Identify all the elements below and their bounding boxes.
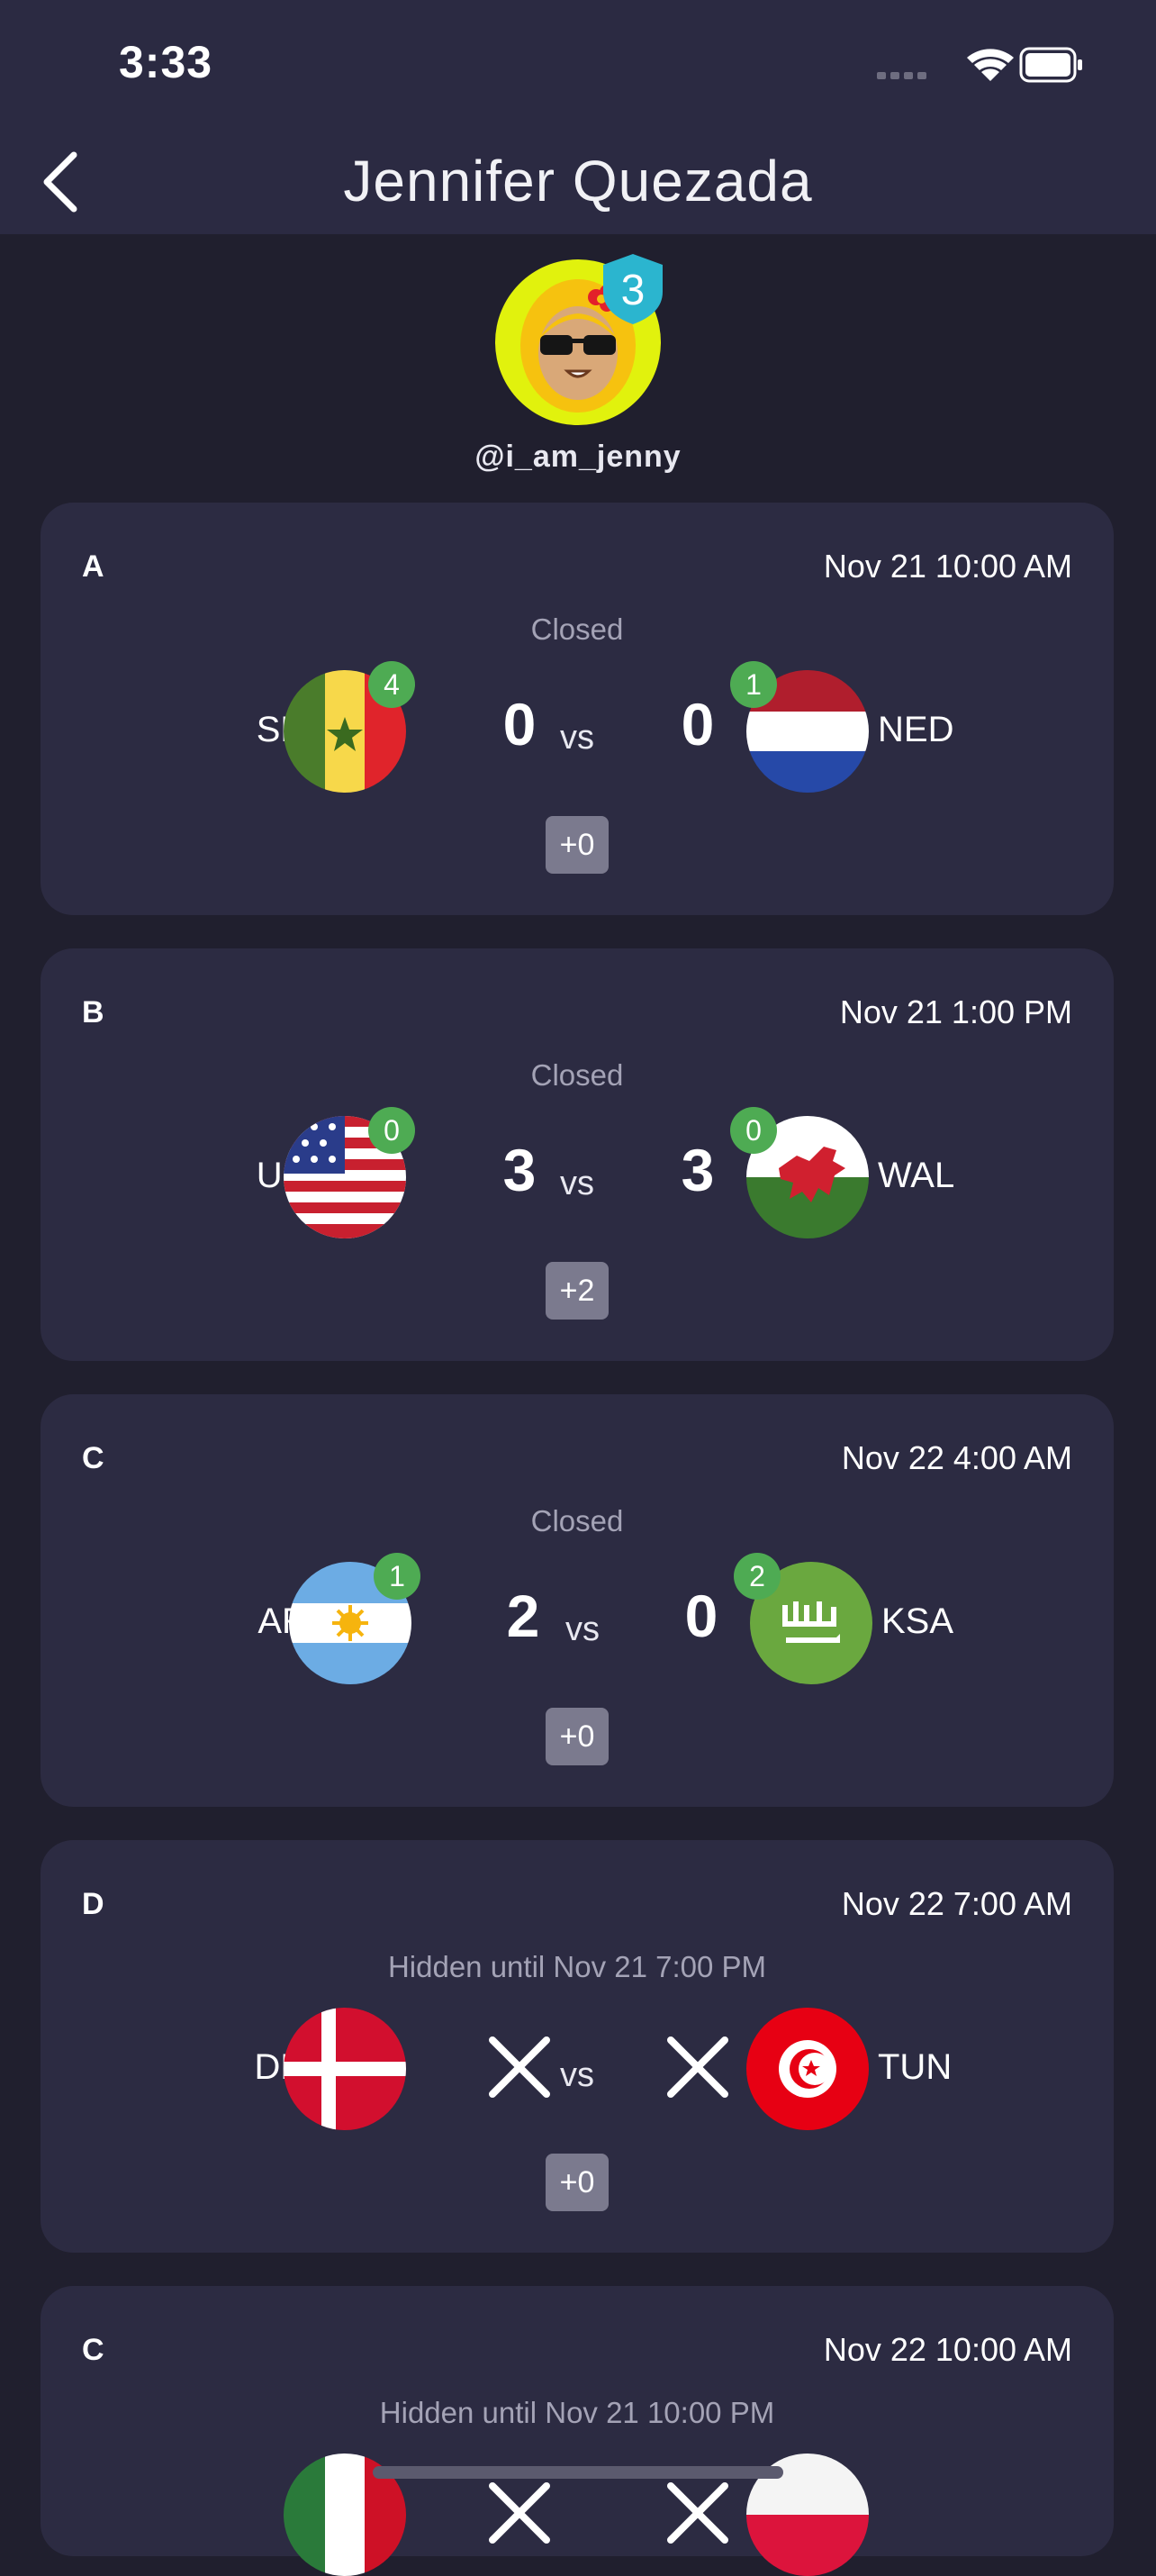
group-label: B [82,995,104,1029]
match-state: Closed [530,1504,624,1537]
match-state: Closed [530,1058,624,1092]
match-state: Hidden until Nov 21 10:00 PM [379,2396,775,2429]
status-time: 3:33 [119,37,213,87]
match-card[interactable]: C Nov 22 4:00 AM Closed ARG 1 2 vs 0 2 K… [41,1394,1114,1807]
signal-icon [877,72,926,79]
home-indicator[interactable] [373,2466,783,2479]
bonus-badge: +0 [546,1708,609,1765]
home-points-badge: 1 [374,1553,420,1600]
level-badge: 3 [603,254,663,324]
level-number: 3 [621,267,646,314]
match-state: Closed [530,612,624,646]
kickoff-time: Nov 22 10:00 AM [823,2331,1072,2368]
away-score: 0 [684,1583,718,1649]
home-points-badge: 0 [368,1107,415,1154]
away-points-badge: 2 [734,1553,781,1600]
away-team-code: NED [878,710,954,749]
vs-label: vs [565,1610,600,1648]
top-bar: 3:33 Jennifer Quezada [0,0,1156,234]
hidden-score-x-icon [667,2482,728,2544]
kickoff-time: Nov 21 1:00 PM [839,993,1072,1030]
away-flag [746,2008,869,2130]
away-team-code: TUN [878,2047,953,2087]
match-card[interactable]: A Nov 21 10:00 AM Closed SEN 4 0 vs 0 1 … [41,503,1114,915]
match-card[interactable]: B Nov 21 1:00 PM Closed USA 0 3 vs 3 [41,948,1114,1361]
wifi-icon [967,49,1014,81]
vs-label: vs [560,2056,594,2094]
home-points-badge: 4 [368,661,415,708]
hidden-score-x-icon [489,2482,550,2544]
away-team-code: KSA [881,1601,954,1641]
away-score: 0 [681,691,715,757]
group-label: C [82,2333,104,2367]
kickoff-time: Nov 21 10:00 AM [823,548,1072,585]
away-points-badge: 1 [730,661,777,708]
tunisia-flag-icon [746,2008,869,2130]
bonus-badge: +0 [546,2154,609,2211]
page-title: Jennifer Quezada [343,149,813,213]
battery-icon [1019,47,1082,83]
group-label: A [82,549,104,584]
hidden-score-x-icon [667,2036,728,2098]
group-label: D [82,1887,104,1921]
match-state: Hidden until Nov 21 7:00 PM [387,1950,767,1983]
kickoff-time: Nov 22 7:00 AM [841,1885,1072,1922]
match-card[interactable]: C Nov 22 10:00 AM Hidden until Nov 21 10… [41,2286,1114,2576]
username-handle: @i_am_jenny [474,440,682,474]
match-card[interactable]: D Nov 22 7:00 AM Hidden until Nov 21 7:0… [41,1840,1114,2253]
bonus-badge: +2 [546,1262,609,1320]
group-label: C [82,1441,104,1475]
bonus-badge: +0 [546,816,609,874]
away-points-badge: 0 [730,1107,777,1154]
away-score: 3 [681,1137,715,1203]
kickoff-time: Nov 22 4:00 AM [841,1439,1072,1476]
status-icons [877,47,1082,83]
away-team-code: WAL [878,1156,955,1195]
